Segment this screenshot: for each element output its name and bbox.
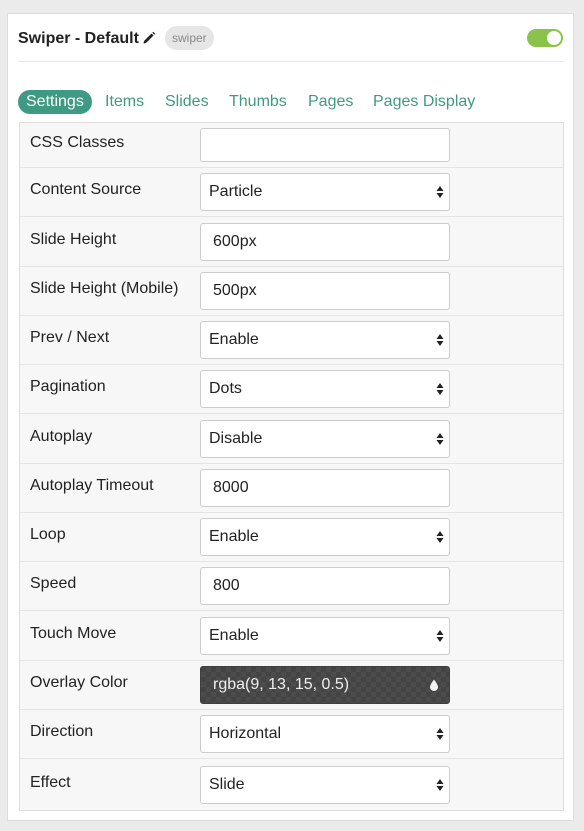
slide-height-input[interactable]: 600px <box>200 222 450 261</box>
prev-next-select[interactable]: Enable <box>200 321 450 359</box>
select-arrows-icon <box>436 778 444 791</box>
setting-label: Prev / Next <box>30 329 110 347</box>
setting-row-autoplay: Autoplay Disable <box>20 414 563 464</box>
setting-row-autoplay-timeout: Autoplay Timeout 8000 <box>20 464 563 513</box>
pagination-select[interactable]: Dots <box>200 370 450 408</box>
setting-label: Content Source <box>30 181 142 199</box>
select-value: Dots <box>209 380 242 397</box>
tab-settings[interactable]: Settings <box>18 90 92 114</box>
select-arrows-icon <box>436 432 444 445</box>
setting-row-pagination: Pagination Dots <box>20 365 563 414</box>
select-value: Enable <box>209 528 259 545</box>
select-arrows-icon <box>436 186 444 198</box>
setting-row-overlay-color: Overlay Color rgba(9, 13, 15, 0.5) <box>20 661 563 710</box>
tab-thumbs[interactable]: Thumbs <box>229 90 287 114</box>
setting-label: CSS Classes <box>30 134 125 152</box>
select-value: Enable <box>209 331 259 348</box>
select-value: Disable <box>209 429 263 447</box>
color-drop-icon <box>430 679 438 691</box>
css-classes-input[interactable] <box>200 128 450 162</box>
slide-height-mobile-input[interactable]: 500px <box>200 272 450 310</box>
effect-select[interactable]: Slide <box>200 765 450 804</box>
setting-label: Pagination <box>30 378 106 396</box>
settings-form: CSS Classes Content Source Particle Slid… <box>19 122 564 811</box>
autoplay-select[interactable]: Disable <box>200 419 450 458</box>
setting-row-slide-height: Slide Height 600px <box>20 217 563 267</box>
setting-label: Effect <box>30 773 71 791</box>
setting-row-loop: Loop Enable <box>20 513 563 562</box>
setting-row-effect: Effect Slide <box>20 759 563 810</box>
setting-row-css-classes: CSS Classes <box>20 123 563 168</box>
select-arrows-icon <box>436 383 444 395</box>
pencil-icon[interactable] <box>142 31 156 45</box>
tab-pages-display[interactable]: Pages Display <box>373 90 475 114</box>
autoplay-timeout-input[interactable]: 8000 <box>200 469 450 507</box>
panel-title: Swiper - Default <box>18 30 139 47</box>
setting-row-slide-height-mobile: Slide Height (Mobile) 500px <box>20 267 563 316</box>
select-value: Slide <box>209 775 245 793</box>
panel-header: Swiper - Default swiper <box>18 26 563 62</box>
tab-items[interactable]: Items <box>105 90 144 114</box>
direction-select[interactable]: Horizontal <box>200 715 450 753</box>
setting-label: Loop <box>30 526 66 544</box>
select-arrows-icon <box>436 531 444 543</box>
swiper-panel: Swiper - Default swiper Settings Items S… <box>7 13 574 821</box>
setting-label: Speed <box>30 575 77 593</box>
select-value: Horizontal <box>209 725 282 742</box>
toggle-knob <box>547 31 561 45</box>
setting-row-prev-next: Prev / Next Enable <box>20 316 563 365</box>
setting-row-speed: Speed 800 <box>20 562 563 611</box>
setting-label: Slide Height (Mobile) <box>30 280 179 298</box>
setting-row-touch-move: Touch Move Enable <box>20 611 563 661</box>
setting-label: Autoplay Timeout <box>30 477 154 495</box>
loop-select[interactable]: Enable <box>200 518 450 556</box>
setting-label: Overlay Color <box>30 674 128 692</box>
setting-label: Autoplay <box>30 427 93 445</box>
select-arrows-icon <box>436 334 444 346</box>
tab-bar: Settings Items Slides Thumbs Pages Pages… <box>18 90 563 116</box>
setting-label: Slide Height <box>30 230 117 248</box>
enabled-toggle[interactable] <box>527 29 563 47</box>
select-arrows-icon <box>436 728 444 740</box>
setting-label: Touch Move <box>30 624 117 642</box>
speed-input[interactable]: 800 <box>200 567 450 605</box>
setting-label: Direction <box>30 723 94 741</box>
touch-move-select[interactable]: Enable <box>200 616 450 655</box>
setting-row-content-source: Content Source Particle <box>20 168 563 217</box>
overlay-color-picker[interactable]: rgba(9, 13, 15, 0.5) <box>200 666 450 704</box>
tab-pages[interactable]: Pages <box>308 90 353 114</box>
color-value: rgba(9, 13, 15, 0.5) <box>213 676 350 693</box>
tab-slides[interactable]: Slides <box>165 90 209 114</box>
setting-row-direction: Direction Horizontal <box>20 710 563 759</box>
type-badge: swiper <box>165 26 214 50</box>
content-source-select[interactable]: Particle <box>200 173 450 211</box>
select-arrows-icon <box>436 629 444 642</box>
select-value: Enable <box>209 626 259 644</box>
select-value: Particle <box>209 183 263 200</box>
